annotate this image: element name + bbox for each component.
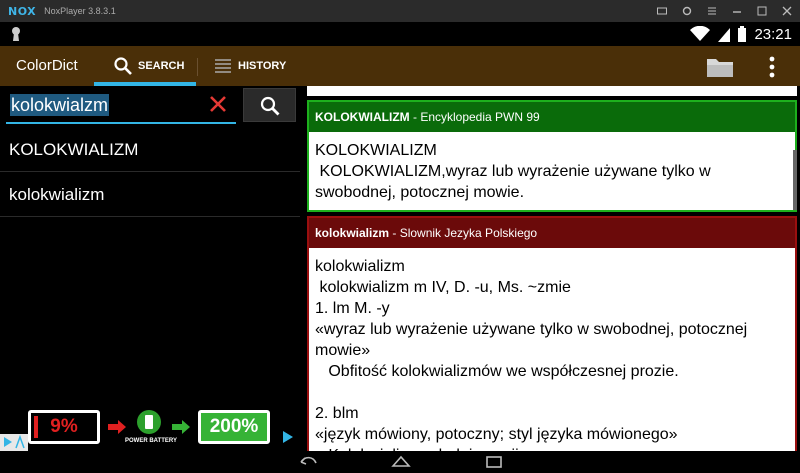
app-title: ColorDict (16, 57, 78, 74)
previous-entry-card (307, 86, 797, 96)
home-icon[interactable] (391, 454, 411, 470)
list-icon (215, 59, 231, 73)
entry-headword: kolokwializm (315, 226, 390, 240)
tab-divider (197, 58, 198, 76)
search-input-value[interactable]: kolokwialzm (10, 94, 110, 116)
menu-icon[interactable] (707, 6, 717, 16)
navigation-bar (0, 451, 800, 473)
result-item[interactable]: KOLOKWIALIZM (0, 128, 300, 172)
nox-logo: NOX (8, 4, 37, 18)
battery-low-graphic: 9% (28, 410, 100, 444)
tab-history-label: HISTORY (238, 60, 287, 72)
entry-headword: KOLOKWIALIZM (315, 110, 410, 124)
keyhole-icon (12, 27, 20, 41)
app-bar: ColorDict SEARCH HISTORY (0, 46, 800, 86)
keyboard-icon[interactable] (657, 6, 667, 16)
status-bar: 23:21 (0, 22, 800, 46)
definition-pane: KOLOKWIALIZM - Encyklopedia PWN 99 KOLOK… (304, 86, 800, 451)
ad-banner[interactable]: 9% POWER BATTERY 200% (0, 404, 300, 451)
emulator-title-bar: NOX NoxPlayer 3.8.3.1 (0, 0, 800, 22)
ad-choices-icon (4, 434, 25, 449)
back-icon[interactable] (298, 454, 318, 470)
search-input[interactable]: kolokwialzm (6, 86, 236, 124)
power-battery-icon (137, 410, 161, 434)
arrow-right-icon (108, 420, 126, 434)
battery-low-label: 9% (50, 416, 78, 437)
entry-card[interactable]: kolokwializm - Slownik Jezyka Polskiego … (307, 216, 797, 451)
entry-source: - Encyklopedia PWN 99 (409, 110, 540, 124)
folder-icon[interactable] (706, 56, 734, 78)
ad-caption: POWER BATTERY (125, 438, 177, 444)
close-icon[interactable] (782, 6, 792, 16)
tab-search[interactable]: SEARCH (94, 46, 196, 86)
status-clock: 23:21 (754, 25, 792, 43)
tab-search-label: SEARCH (138, 60, 185, 72)
play-icon (283, 431, 293, 443)
clear-icon[interactable] (208, 94, 228, 114)
entry-definition: kolokwializm kolokwializm m IV, D. -u, M… (315, 258, 748, 451)
battery-icon (738, 26, 747, 42)
maximize-icon[interactable] (757, 6, 767, 16)
ad-choices-badge[interactable] (0, 434, 28, 451)
entry-header: KOLOKWIALIZM - Encyklopedia PWN 99 (309, 102, 795, 132)
arrow-right-icon (172, 420, 190, 434)
result-item[interactable]: kolokwializm (0, 173, 300, 217)
signal-icon (718, 28, 731, 42)
entry-header: kolokwializm - Slownik Jezyka Polskiego (309, 218, 795, 248)
search-icon (260, 96, 280, 116)
entry-definition: KOLOKWIALIZM KOLOKWIALIZM,wyraz lub wyra… (315, 142, 711, 201)
battery-high-graphic: 200% (198, 410, 270, 444)
tab-history[interactable]: HISTORY (214, 46, 304, 86)
settings-icon[interactable] (682, 6, 692, 16)
search-pane: kolokwialzm KOLOKWIALIZM kolokwializm 9%… (0, 86, 300, 451)
battery-high-label: 200% (209, 416, 259, 437)
minimize-icon[interactable] (732, 6, 742, 16)
overflow-menu-icon[interactable] (766, 55, 778, 79)
scrollbar[interactable] (793, 150, 797, 210)
search-icon (114, 57, 132, 75)
recent-apps-icon[interactable] (484, 454, 504, 470)
wifi-icon (690, 26, 711, 41)
emulator-title: NoxPlayer 3.8.3.1 (44, 6, 116, 16)
entry-source: - Slownik Jezyka Polskiego (389, 226, 538, 240)
entry-card[interactable]: KOLOKWIALIZM - Encyklopedia PWN 99 KOLOK… (307, 100, 797, 212)
search-button[interactable] (243, 88, 296, 122)
